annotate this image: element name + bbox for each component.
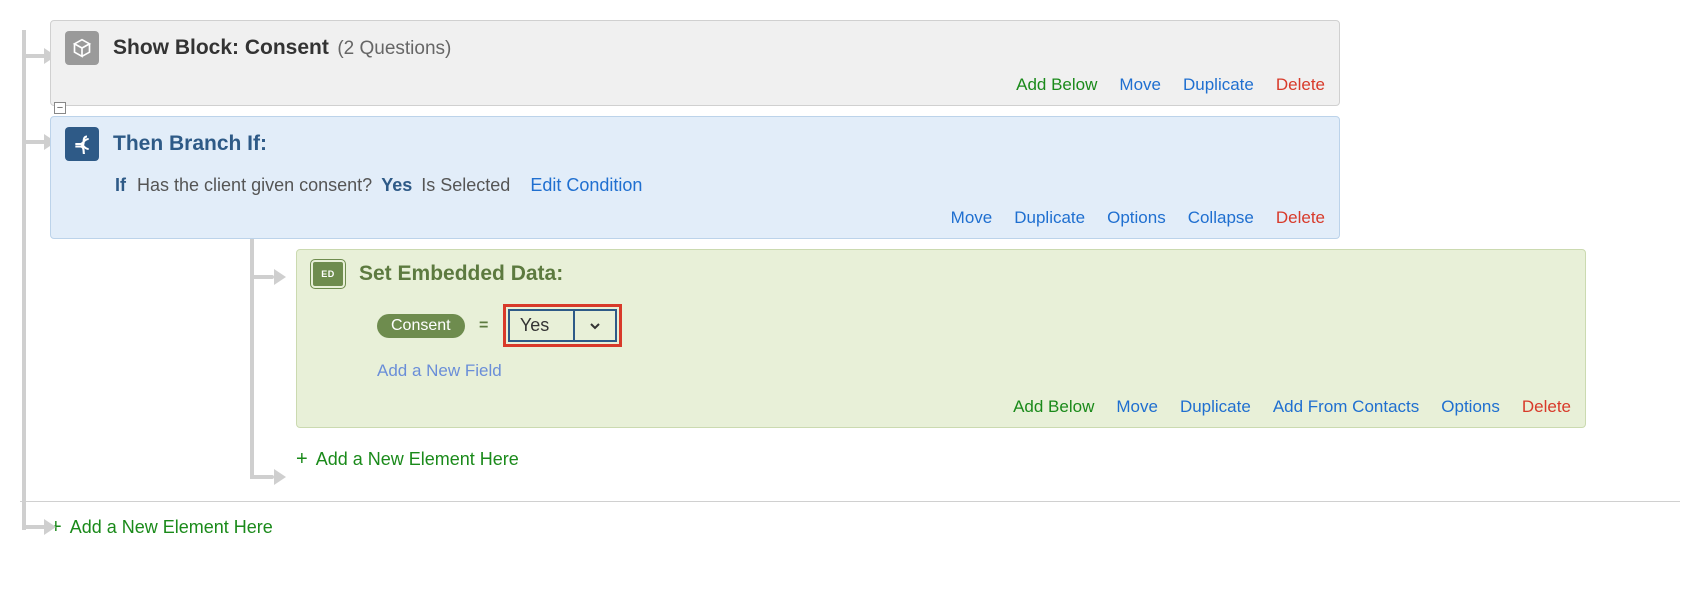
flow-arrow [22,140,46,144]
duplicate-button[interactable]: Duplicate [1180,397,1251,417]
value-highlight: Yes [503,304,622,347]
separator [20,501,1680,502]
add-new-element-nested[interactable]: + Add a New Element Here [296,448,1680,471]
add-new-element-root[interactable]: + Add a New Element Here [50,516,1680,539]
survey-flow: Show Block: Consent (2 Questions) Add Be… [20,20,1680,539]
condition-selected: Is Selected [421,175,510,195]
branch-children: ED Set Embedded Data: Consent = Yes Add … [250,249,1680,471]
collapse-button[interactable]: Collapse [1188,208,1254,228]
delete-button[interactable]: Delete [1276,208,1325,228]
equals-sign: = [479,317,488,334]
plus-icon: + [296,448,308,471]
if-label: If [115,175,126,195]
add-below-button[interactable]: Add Below [1013,397,1094,417]
flow-arrow-head [44,519,56,535]
flow-arrow [250,275,274,279]
delete-button[interactable]: Delete [1276,75,1325,95]
edit-condition-button[interactable]: Edit Condition [530,175,642,195]
embedded-value-input[interactable]: Yes [510,311,575,340]
show-block-card[interactable]: Show Block: Consent (2 Questions) Add Be… [50,20,1340,106]
options-button[interactable]: Options [1441,397,1500,417]
add-new-element-label: Add a New Element Here [70,517,273,538]
flow-arrow [250,475,274,479]
delete-button[interactable]: Delete [1522,397,1571,417]
add-from-contacts-button[interactable]: Add From Contacts [1273,397,1419,417]
branch-icon [65,127,99,161]
duplicate-button[interactable]: Duplicate [1183,75,1254,95]
value-dropdown-caret[interactable] [575,311,615,340]
embedded-data-card[interactable]: ED Set Embedded Data: Consent = Yes Add … [296,249,1586,428]
flow-connector-vertical [22,30,26,530]
condition-answer: Yes [381,175,412,195]
flow-arrow-head [274,469,286,485]
condition-question: Has the client given consent? [137,175,372,195]
branch-card[interactable]: Then Branch If: If Has the client given … [50,116,1340,239]
flow-arrow-head [274,269,286,285]
flow-arrow [22,54,46,58]
add-new-field-button[interactable]: Add a New Field [377,361,1571,381]
move-button[interactable]: Move [951,208,993,228]
move-button[interactable]: Move [1119,75,1161,95]
flow-arrow [22,525,46,529]
show-block-title: Show Block: Consent (2 Questions) [113,36,451,60]
add-new-element-label: Add a New Element Here [316,449,519,470]
embedded-field-pill[interactable]: Consent [377,314,465,338]
move-button[interactable]: Move [1116,397,1158,417]
branch-condition: If Has the client given consent? Yes Is … [51,171,1339,208]
embedded-data-title: Set Embedded Data: [359,262,563,286]
collapse-toggle[interactable]: − [54,102,66,114]
cube-icon [65,31,99,65]
duplicate-button[interactable]: Duplicate [1014,208,1085,228]
options-button[interactable]: Options [1107,208,1166,228]
add-below-button[interactable]: Add Below [1016,75,1097,95]
branch-title: Then Branch If: [113,132,267,156]
embedded-data-icon: ED [311,260,345,288]
